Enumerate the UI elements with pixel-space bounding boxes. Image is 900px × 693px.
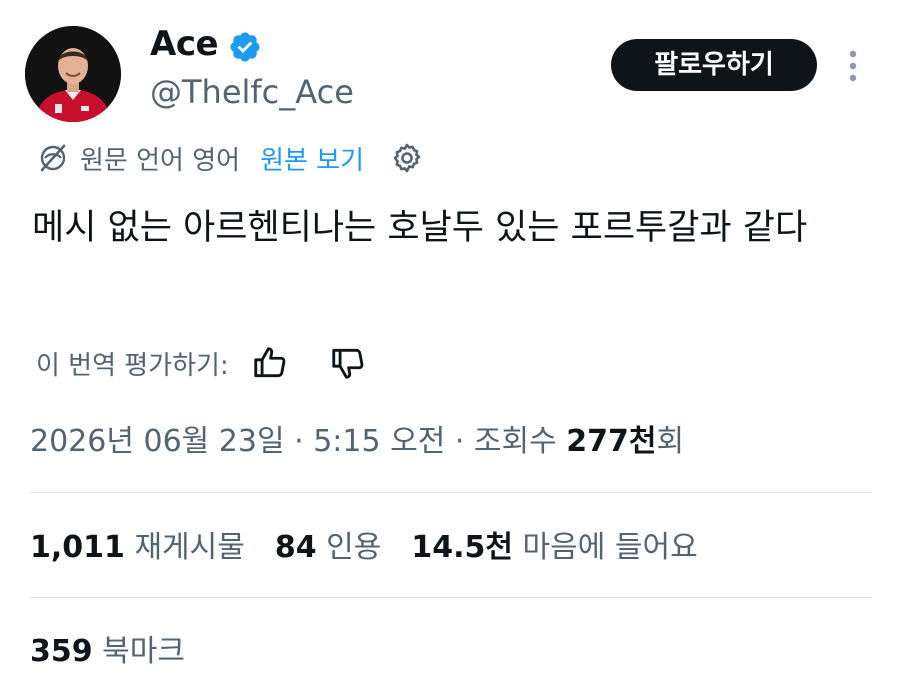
tweet-date[interactable]: 2026년 06월 23일 bbox=[30, 424, 285, 459]
meta-separator: · bbox=[445, 424, 474, 459]
tweet-meta: 2026년 06월 23일 · 5:15 오전 · 조회수 277천회 bbox=[30, 420, 684, 464]
reposts-label: 재게시물 bbox=[134, 530, 245, 565]
views-label: 조회수 bbox=[473, 424, 557, 459]
tweet-text: 메시 없는 아르헨티나는 호날두 있는 포르투갈과 같다 bbox=[32, 208, 808, 248]
avatar[interactable] bbox=[25, 26, 121, 122]
likes-count: 14.5천 bbox=[411, 530, 513, 565]
translation-bar: 원문 언어 영어 원본 보기 bbox=[36, 138, 424, 178]
thumbs-down-icon[interactable] bbox=[329, 344, 367, 382]
divider bbox=[30, 597, 872, 598]
quotes-stat[interactable]: 84 인용 bbox=[275, 530, 382, 565]
reposts-stat[interactable]: 1,011 재게시물 bbox=[30, 530, 245, 565]
display-name[interactable]: Ace bbox=[150, 24, 219, 64]
thumbs-up-icon[interactable] bbox=[251, 344, 289, 382]
quotes-label: 인용 bbox=[326, 530, 382, 565]
likes-stat[interactable]: 14.5천 마음에 들어요 bbox=[411, 530, 697, 565]
more-vertical-icon[interactable] bbox=[842, 46, 864, 86]
bookmarks-stat[interactable]: 359 북마크 bbox=[30, 630, 185, 674]
view-original-link[interactable]: 원본 보기 bbox=[260, 140, 364, 177]
likes-label: 마음에 들어요 bbox=[522, 530, 698, 565]
avatar-photo bbox=[25, 26, 121, 122]
original-language-label: 원문 언어 영어 bbox=[80, 145, 241, 176]
rate-translation-row: 이 번역 평가하기: bbox=[36, 340, 367, 386]
user-handle[interactable]: @Thelfc_Ace bbox=[150, 72, 354, 112]
bookmarks-count: 359 bbox=[30, 634, 93, 669]
rate-translation-label: 이 번역 평가하기: bbox=[36, 350, 229, 381]
views-suffix: 회 bbox=[656, 424, 685, 459]
reposts-count: 1,011 bbox=[30, 530, 125, 565]
bookmarks-label: 북마크 bbox=[102, 634, 185, 669]
tweet-time[interactable]: 5:15 오전 bbox=[313, 424, 445, 459]
views-count: 277천 bbox=[566, 424, 657, 459]
gear-icon[interactable] bbox=[390, 141, 424, 175]
engagement-stats: 1,011 재게시물 84 인용 14.5천 마음에 들어요 bbox=[30, 526, 728, 570]
divider bbox=[30, 492, 872, 493]
quotes-count: 84 bbox=[274, 530, 317, 565]
meta-separator: · bbox=[284, 424, 314, 459]
follow-button[interactable]: 팔로우하기 bbox=[611, 39, 817, 91]
verified-badge-icon[interactable] bbox=[228, 30, 262, 64]
globe-off-icon bbox=[40, 144, 66, 172]
